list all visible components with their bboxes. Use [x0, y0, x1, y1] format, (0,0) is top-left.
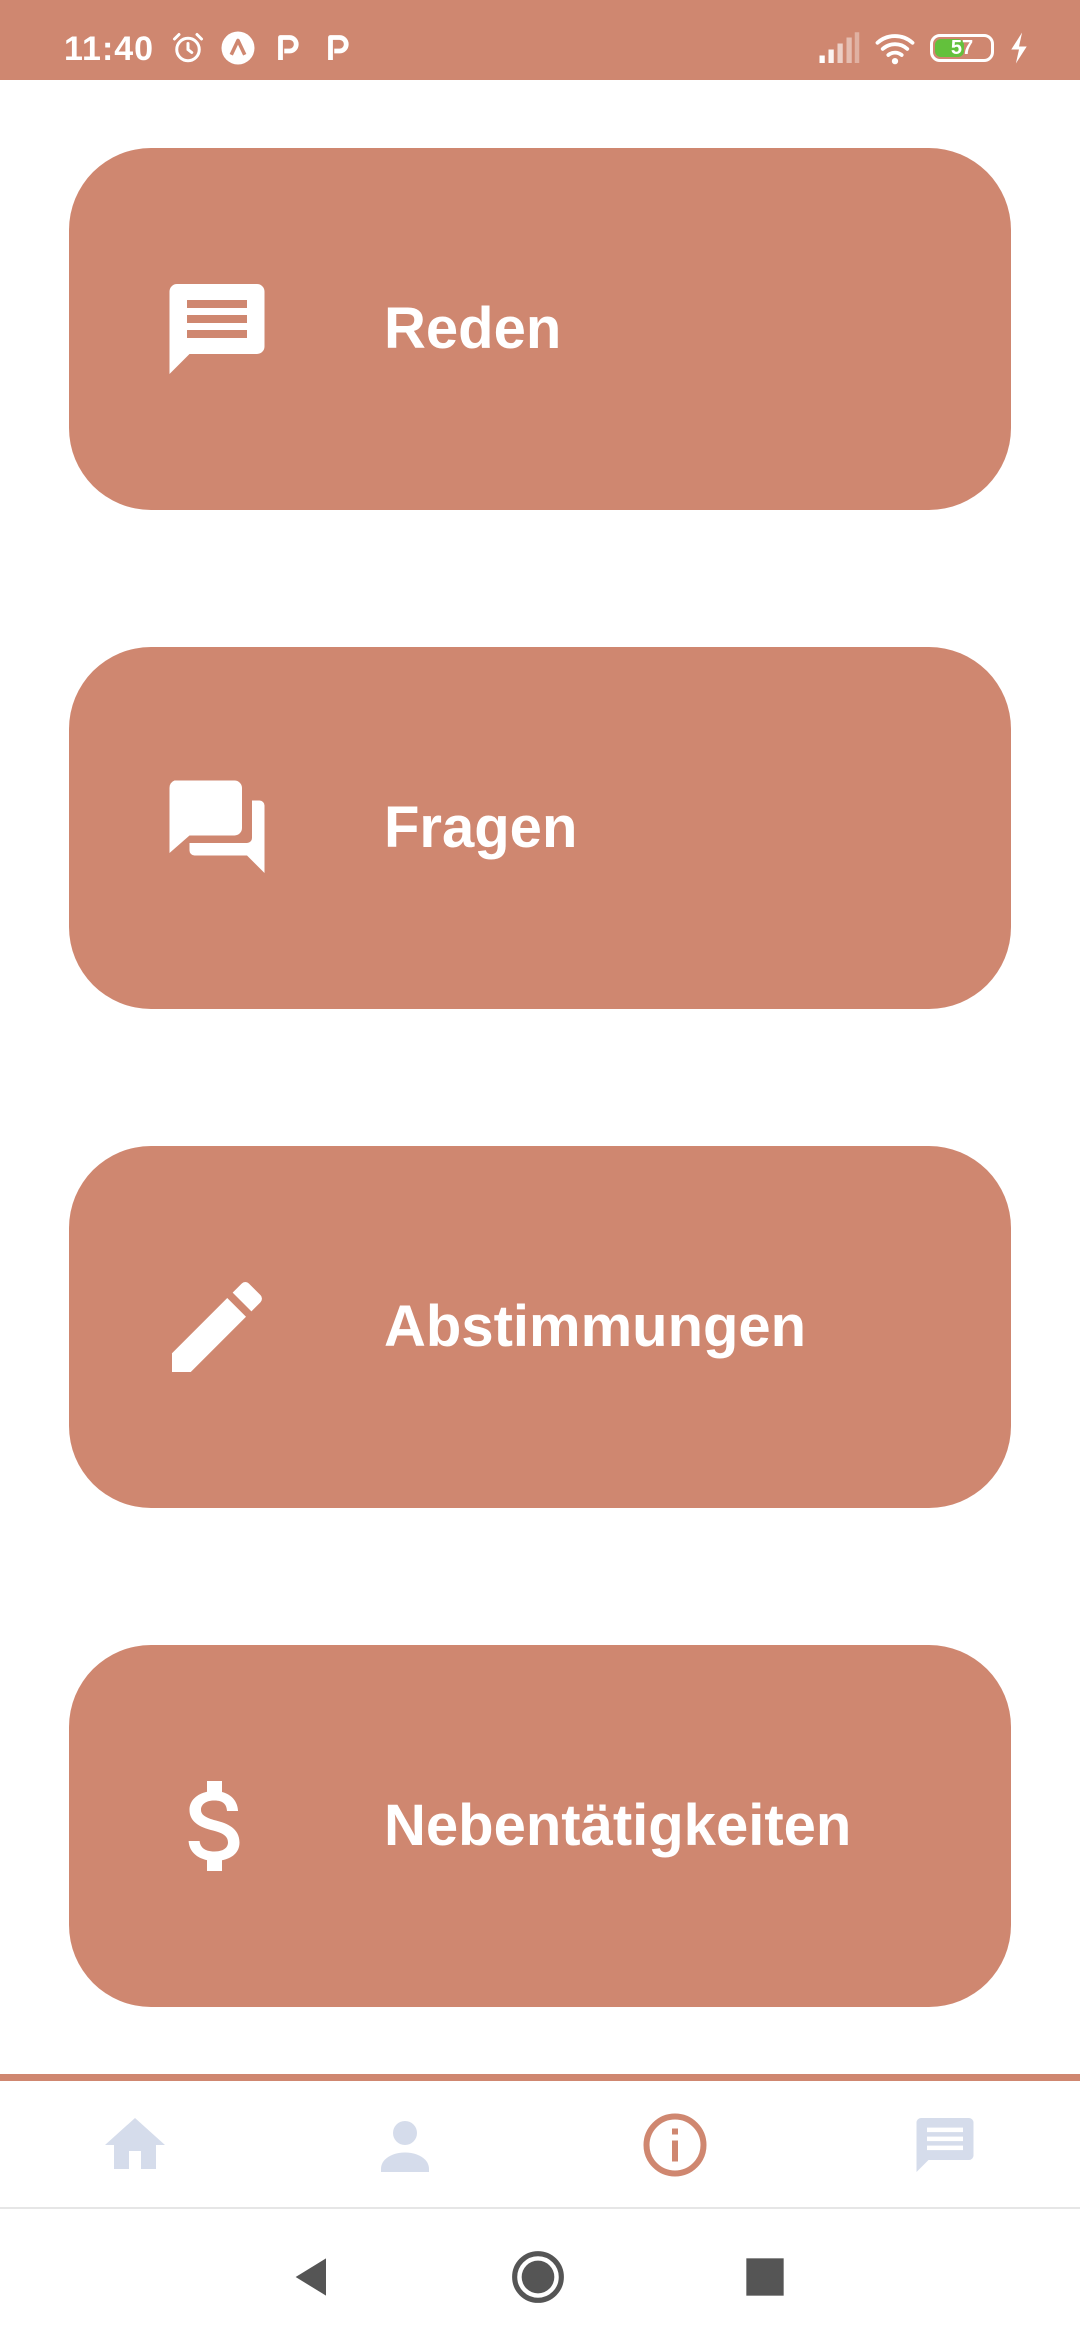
pencil-icon — [172, 1281, 262, 1372]
system-nav-bar — [0, 2209, 1080, 2340]
home-circle-icon[interactable] — [510, 2249, 566, 2305]
back-icon[interactable] — [284, 2249, 340, 2305]
card-nebentaetigkeiten[interactable]: Nebentätigkeiten — [69, 1645, 1011, 2007]
status-icons-left — [170, 28, 356, 68]
bottom-nav-divider — [0, 2074, 1080, 2081]
p-icon — [328, 35, 349, 60]
battery-level: 57 — [950, 36, 974, 59]
battery-icon: 57 — [930, 34, 994, 62]
a-circle-icon — [221, 31, 255, 65]
bottom-nav — [0, 2081, 1080, 2209]
alarm-icon — [173, 33, 203, 63]
card-label: Fragen — [384, 795, 578, 860]
signal-icon — [819, 32, 860, 63]
status-bar: 11:40 57 — [0, 0, 1080, 80]
card-label: Abstimmungen — [384, 1294, 807, 1359]
message-icon[interactable] — [909, 2109, 981, 2181]
forum-icon — [169, 780, 265, 873]
recents-icon[interactable] — [737, 2249, 793, 2305]
info-icon[interactable] — [639, 2109, 711, 2181]
card-abstimmungen[interactable]: Abstimmungen — [69, 1146, 1011, 1508]
card-label: Nebentätigkeiten — [384, 1793, 852, 1858]
person-icon[interactable] — [369, 2109, 441, 2181]
dollar-icon — [188, 1781, 240, 1871]
home-icon[interactable] — [99, 2109, 171, 2181]
message-icon — [169, 284, 265, 374]
card-reden[interactable]: Reden — [69, 148, 1011, 510]
status-time: 11:40 — [64, 30, 155, 68]
card-fragen[interactable]: Fragen — [69, 647, 1011, 1009]
wifi-icon — [875, 34, 915, 65]
card-label: Reden — [384, 296, 562, 361]
status-icons-right: 57 — [818, 28, 1030, 68]
charging-icon — [1011, 32, 1027, 64]
p-icon — [278, 35, 299, 60]
